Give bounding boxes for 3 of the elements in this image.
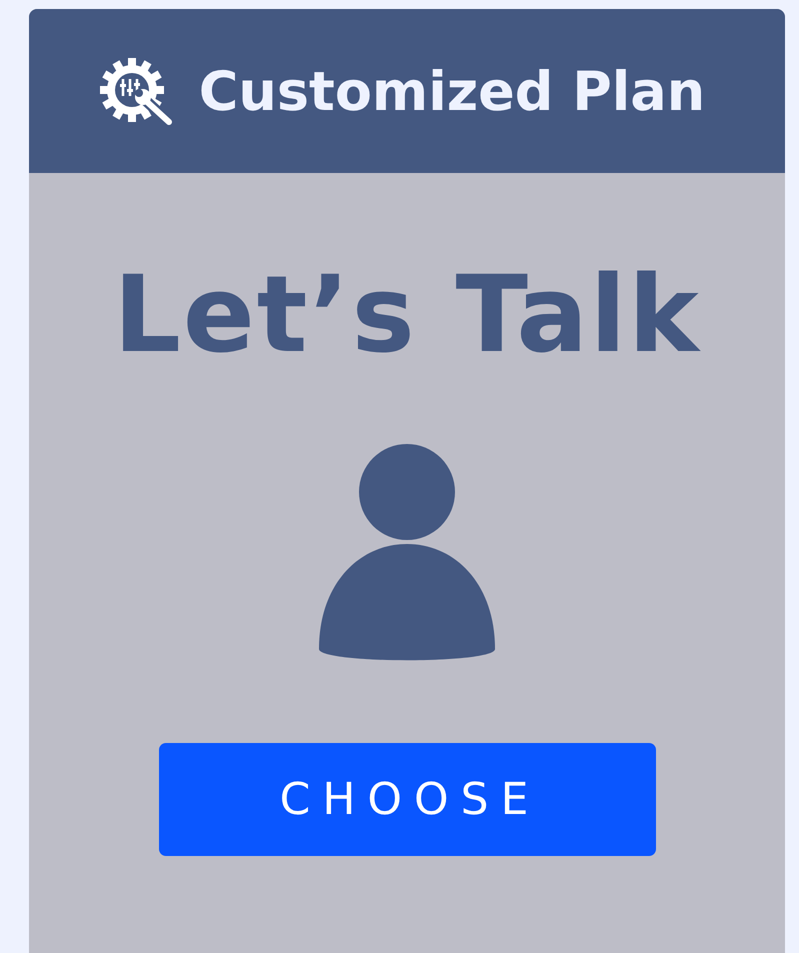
- plan-heading: Let’s Talk: [113, 257, 701, 374]
- plan-title: Customized Plan: [198, 60, 706, 122]
- choose-button[interactable]: CHOOSE: [158, 742, 656, 856]
